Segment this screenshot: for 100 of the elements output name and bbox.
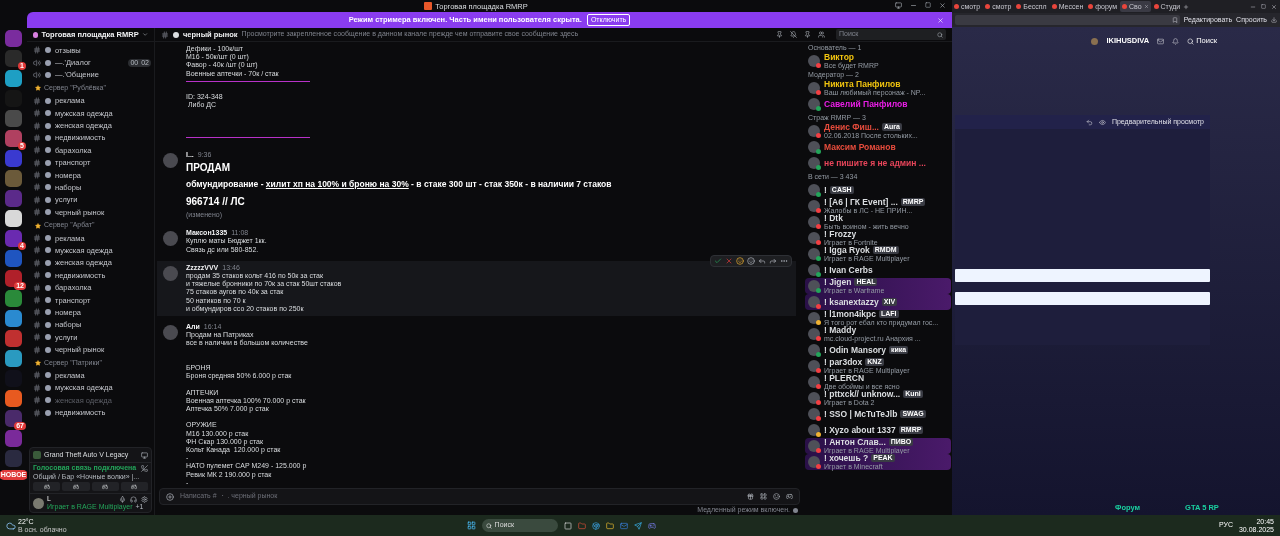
member-name[interactable]: ! <box>824 185 827 195</box>
member-name[interactable]: ! [A6 | ГК Event] ... <box>824 197 898 207</box>
avatar[interactable] <box>808 440 820 452</box>
avatar[interactable] <box>808 456 820 468</box>
maximize-icon[interactable] <box>925 2 931 8</box>
avatar[interactable] <box>808 296 820 308</box>
cross-icon[interactable] <box>725 256 733 265</box>
server-icon[interactable] <box>5 410 22 427</box>
avatar[interactable] <box>808 312 820 324</box>
avatar[interactable] <box>808 424 820 436</box>
maximize-icon[interactable] <box>1261 3 1266 9</box>
avatar[interactable] <box>808 392 820 404</box>
add-icon[interactable] <box>166 492 174 501</box>
disconnect-icon[interactable] <box>141 464 148 472</box>
avatar[interactable] <box>808 408 820 420</box>
settings-icon[interactable] <box>141 495 148 503</box>
paper-plane-icon[interactable] <box>633 521 642 530</box>
member-name[interactable]: ! SSO | McTuTeJlb <box>824 409 898 419</box>
avatar[interactable] <box>808 232 820 244</box>
member-name[interactable]: ! Maddy <box>824 325 857 335</box>
avatar[interactable] <box>808 264 820 276</box>
gamepad-button[interactable] <box>91 482 119 491</box>
forward-icon[interactable] <box>769 256 777 265</box>
mail-icon[interactable] <box>1157 37 1165 45</box>
undo-icon[interactable] <box>1085 118 1093 126</box>
screen-icon[interactable] <box>141 451 148 459</box>
member-name[interactable]: ! Frozzy <box>824 229 857 239</box>
avatar[interactable] <box>808 360 820 372</box>
monitor-icon[interactable] <box>895 2 902 9</box>
avatar[interactable] <box>808 82 820 94</box>
start-icon[interactable] <box>466 521 476 530</box>
search-icon[interactable] <box>1187 37 1195 45</box>
screen-share-button[interactable] <box>62 482 90 491</box>
close-icon[interactable] <box>939 2 946 9</box>
member-name[interactable]: ! Jigen <box>824 277 852 287</box>
member-name[interactable]: ! Odin Mansory <box>824 345 886 355</box>
gift-icon[interactable] <box>747 493 754 500</box>
new-tab-icon[interactable] <box>1183 3 1190 10</box>
minimize-icon[interactable] <box>910 2 917 9</box>
server-icon[interactable] <box>5 70 22 87</box>
member-name[interactable]: ! par3dox <box>824 357 863 367</box>
bookmark-icon[interactable] <box>1171 17 1178 23</box>
reply-icon[interactable] <box>758 256 766 265</box>
avatar[interactable] <box>808 200 820 212</box>
avatar[interactable] <box>808 344 820 356</box>
smiley-icon[interactable] <box>736 256 744 265</box>
soundboard-button[interactable] <box>120 482 148 491</box>
server-icon[interactable] <box>5 270 22 287</box>
user-avatar[interactable] <box>1091 37 1099 45</box>
server-icon[interactable] <box>5 130 22 147</box>
bell-off-icon[interactable] <box>790 31 797 38</box>
member-name[interactable]: ! Xyzo about 1337 <box>824 425 896 435</box>
members-icon[interactable] <box>818 31 825 38</box>
member-name[interactable]: ! PLERCN <box>824 373 865 383</box>
camera-off-button[interactable] <box>33 482 61 491</box>
pin-icon[interactable] <box>804 31 811 38</box>
member-name[interactable]: Денис Фиш... <box>824 122 879 132</box>
avatar[interactable] <box>808 280 820 292</box>
member-name[interactable]: Савелий Панфилов <box>824 99 908 109</box>
avatar[interactable] <box>808 98 820 110</box>
member-name[interactable]: ! Dtk <box>824 213 843 223</box>
close-tab-icon[interactable] <box>1143 4 1149 9</box>
microphone-icon[interactable] <box>119 495 126 503</box>
avatar[interactable] <box>808 55 820 67</box>
browser-icon[interactable] <box>591 521 600 530</box>
server-icon[interactable] <box>5 350 22 367</box>
member-name[interactable]: ! ksanextazzy <box>824 297 879 307</box>
avatar[interactable] <box>808 248 820 260</box>
text-input-bar[interactable] <box>955 292 1210 305</box>
server-icon[interactable] <box>5 210 22 227</box>
member-name[interactable]: Максим Романов <box>824 142 896 152</box>
check-icon[interactable] <box>714 256 722 265</box>
user-avatar[interactable] <box>33 497 44 509</box>
avatar[interactable] <box>808 184 820 196</box>
folder-icon[interactable] <box>605 521 614 530</box>
avatar[interactable] <box>808 157 820 169</box>
hash-icon <box>33 408 41 417</box>
member-name[interactable]: Виктор <box>824 52 855 62</box>
bell-icon[interactable] <box>1172 37 1180 45</box>
member-name[interactable]: ! Igga Ryok <box>824 245 870 255</box>
avatar[interactable] <box>808 141 820 153</box>
avatar[interactable] <box>808 216 820 228</box>
add-reaction-icon[interactable] <box>747 256 755 265</box>
member-name[interactable]: ! Ivan Cerbs <box>824 265 873 275</box>
mail-icon[interactable] <box>619 521 628 530</box>
task-view-icon[interactable] <box>563 521 572 530</box>
member-name[interactable]: ! l1mon4ikpc <box>824 309 876 319</box>
avatar[interactable] <box>808 125 820 137</box>
text-input-bar[interactable] <box>955 269 1210 282</box>
avatar[interactable] <box>808 328 820 340</box>
headphones-icon[interactable] <box>130 495 137 503</box>
close-icon[interactable] <box>1271 3 1277 10</box>
avatar[interactable] <box>808 376 820 388</box>
member-name[interactable]: ! Антон Слав... <box>824 437 886 447</box>
member-name[interactable]: не пишите я не админ ... <box>824 158 926 168</box>
member-name[interactable]: ! хочешь ? <box>824 453 869 463</box>
download-icon[interactable] <box>1271 17 1277 23</box>
gamepad-icon[interactable] <box>647 521 656 530</box>
member-name[interactable]: Никита Панфилов <box>824 79 901 89</box>
gamepad-icon[interactable] <box>786 493 793 500</box>
